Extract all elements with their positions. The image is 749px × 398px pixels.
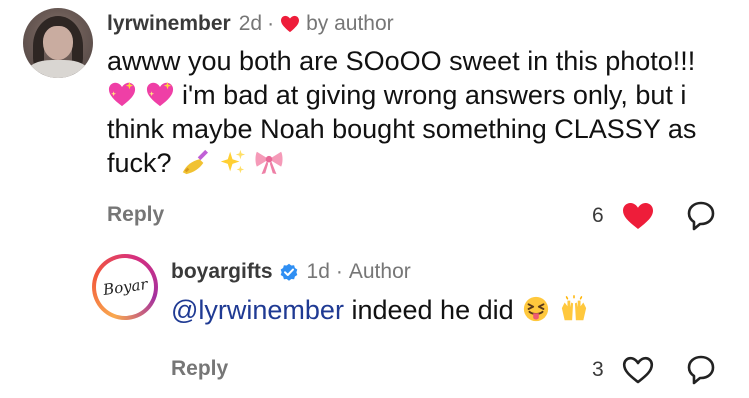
like-heart-icon[interactable] [621,201,655,231]
brand-logo: Boyar [101,274,149,300]
avatar-face [43,26,73,60]
mention-link[interactable]: @lyrwinember [171,295,344,325]
separator-dot: · [267,12,275,35]
comment-header: lyrwinember 2d · by author [107,11,394,37]
avatar[interactable] [23,8,93,78]
reply-text-content: indeed he did [351,295,514,325]
reply-username[interactable]: boyargifts [171,260,273,284]
sparkles-icon [220,149,245,174]
comment-text: awww you both are SOoOO sweet in this ph… [107,44,732,180]
sparkling-heart-icon [108,81,136,107]
share-icon[interactable] [686,200,716,232]
reply-header: boyargifts 1d · Author [171,258,411,286]
like-heart-outline-icon[interactable] [621,355,655,385]
raising-hands-icon [561,295,586,321]
reply-time: 1d [306,260,330,283]
comment: lyrwinember 2d · by author awww you both… [0,0,749,250]
liked-by-author-label: by author [306,12,394,35]
avatar-shirt [27,60,89,78]
like-count[interactable]: 3 [592,358,604,382]
brand-avatar-inner: Boyar [96,258,154,316]
reply-button[interactable]: Reply [107,203,164,227]
squinting-tongue-face-icon [524,296,549,322]
verified-badge-icon [280,263,297,281]
comment-time: 2d [238,12,263,35]
comment-text-part-1: awww you both are SOoOO sweet in this ph… [107,46,696,76]
reply-button[interactable]: Reply [171,357,228,381]
reply-text: @lyrwinember indeed he did [171,293,589,327]
heart-icon [281,15,300,33]
ribbon-icon [255,151,283,175]
separator-dot: · [335,260,343,283]
like-count[interactable]: 6 [592,204,604,228]
author-label: Author [348,260,411,283]
share-icon[interactable] [686,354,716,386]
sparkling-heart-icon [146,81,173,107]
brand-avatar[interactable]: Boyar [92,254,158,320]
nail-polish-icon [182,149,209,175]
comment-username[interactable]: lyrwinember [107,12,231,36]
